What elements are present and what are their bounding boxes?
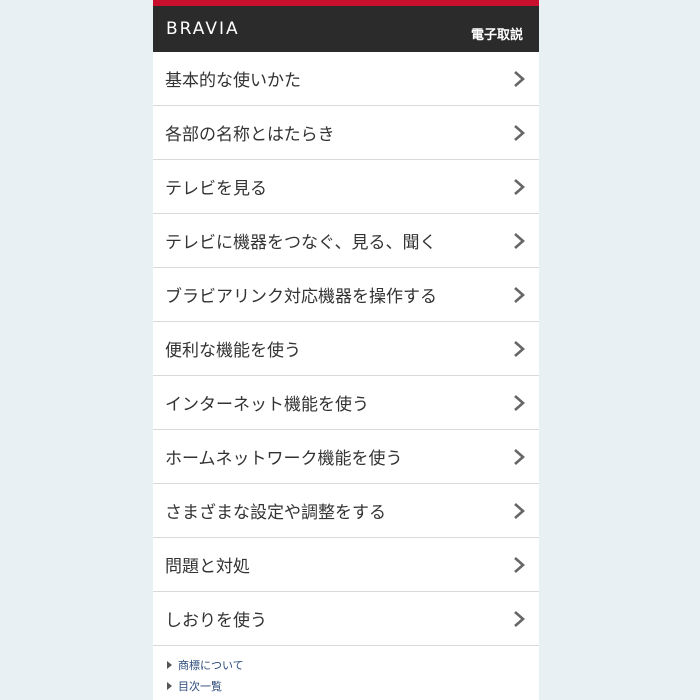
header-bar: BRAVIA 電子取説 <box>153 0 539 52</box>
chevron-right-icon <box>514 287 525 303</box>
menu-item-label: ブラビアリンク対応機器を操作する <box>165 287 437 307</box>
menu-item-label: しおりを使う <box>165 611 267 631</box>
menu-item-label: テレビに機器をつなぐ、見る、聞く <box>165 233 437 253</box>
triangle-right-icon <box>167 660 172 669</box>
chevron-right-icon <box>514 611 525 627</box>
menu-item-connect-devices[interactable]: テレビに機器をつなぐ、見る、聞く <box>153 214 539 268</box>
menu-item-part-names[interactable]: 各部の名称とはたらき <box>153 106 539 160</box>
menu-item-internet[interactable]: インターネット機能を使う <box>153 376 539 430</box>
footer-link-label: 目次一覧 <box>178 679 222 693</box>
menu-item-basic-usage[interactable]: 基本的な使いかた <box>153 52 539 106</box>
contents-list-link[interactable]: 目次一覧 <box>167 675 539 696</box>
chevron-right-icon <box>514 71 525 87</box>
chevron-right-icon <box>514 557 525 573</box>
menu-item-label: 問題と対処 <box>165 557 250 577</box>
chevron-right-icon <box>514 395 525 411</box>
footer-links: 商標について 目次一覧 <box>153 646 539 696</box>
menu-item-label: 各部の名称とはたらき <box>165 125 335 145</box>
menu-item-home-network[interactable]: ホームネットワーク機能を使う <box>153 430 539 484</box>
menu-item-troubleshooting[interactable]: 問題と対処 <box>153 538 539 592</box>
menu-item-label: 基本的な使いかた <box>165 71 301 91</box>
menu-item-label: ホームネットワーク機能を使う <box>165 449 403 469</box>
trademark-link[interactable]: 商標について <box>167 654 539 675</box>
page-title: 電子取説 <box>470 28 523 43</box>
brand-logo[interactable]: BRAVIA <box>166 19 240 39</box>
menu-item-watch-tv[interactable]: テレビを見る <box>153 160 539 214</box>
main-menu: 基本的な使いかた 各部の名称とはたらき テレビを見る テレビに機器をつなぐ、見る… <box>153 52 539 646</box>
chevron-right-icon <box>514 179 525 195</box>
chevron-right-icon <box>514 449 525 465</box>
footer-link-label: 商標について <box>178 658 244 672</box>
menu-item-useful-features[interactable]: 便利な機能を使う <box>153 322 539 376</box>
menu-item-label: テレビを見る <box>165 179 267 199</box>
menu-item-label: インターネット機能を使う <box>165 395 369 415</box>
app-container: BRAVIA 電子取説 基本的な使いかた 各部の名称とはたらき テレビを見る テ… <box>153 0 539 700</box>
chevron-right-icon <box>514 233 525 249</box>
chevron-right-icon <box>514 503 525 519</box>
chevron-right-icon <box>514 341 525 357</box>
menu-item-bookmarks[interactable]: しおりを使う <box>153 592 539 646</box>
menu-item-bravia-link[interactable]: ブラビアリンク対応機器を操作する <box>153 268 539 322</box>
triangle-right-icon <box>167 681 172 690</box>
menu-item-label: さまざまな設定や調整をする <box>165 503 386 523</box>
menu-item-label: 便利な機能を使う <box>165 341 301 361</box>
chevron-right-icon <box>514 125 525 141</box>
menu-item-settings[interactable]: さまざまな設定や調整をする <box>153 484 539 538</box>
